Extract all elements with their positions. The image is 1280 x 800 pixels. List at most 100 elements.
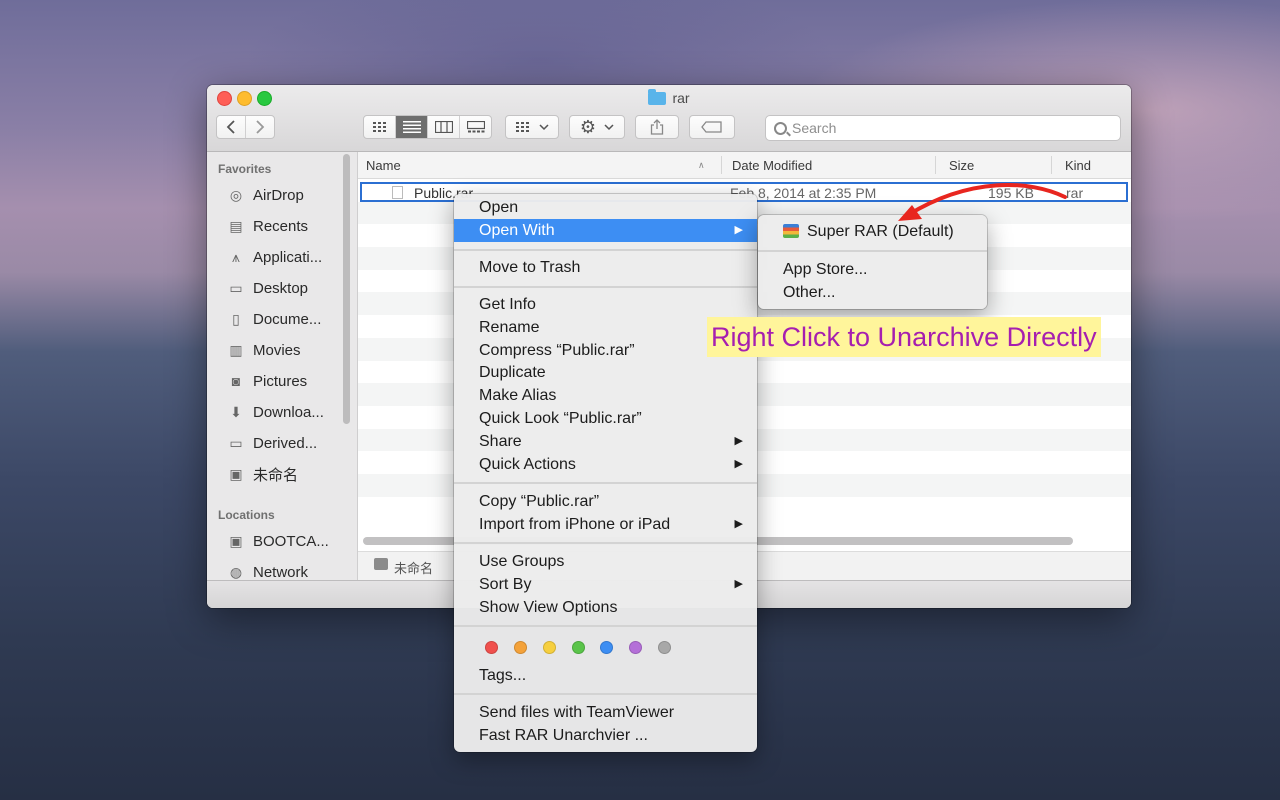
tag-icon	[701, 121, 722, 133]
menu-item-sort-by[interactable]: Sort By ▶	[454, 573, 757, 596]
columns-icon	[434, 121, 453, 133]
super-rar-icon	[783, 224, 799, 238]
sidebar-item-network[interactable]: ◍ Network	[227, 560, 352, 581]
sidebar-item-label: Downloa...	[253, 403, 324, 421]
network-icon: ◍	[229, 563, 243, 580]
chevron-down-icon	[539, 124, 549, 131]
tag-green-button[interactable]	[572, 641, 585, 654]
menu-item-use-groups[interactable]: Use Groups	[454, 550, 757, 573]
icon-view-button[interactable]	[364, 116, 396, 138]
sidebar-item-label: Network	[253, 563, 309, 581]
favorites-header: Favorites	[218, 162, 272, 176]
sidebar-item-applications[interactable]: ⩚ Applicati...	[227, 245, 352, 269]
submenu-item-other[interactable]: Other...	[758, 281, 987, 304]
sidebar-item-derived[interactable]: ▭ Derived...	[227, 431, 352, 455]
share-icon	[650, 119, 664, 135]
tag-red-button[interactable]	[485, 641, 498, 654]
menu-item-duplicate[interactable]: Duplicate	[454, 361, 757, 384]
tag-gray-button[interactable]	[658, 641, 671, 654]
gallery-icon	[466, 121, 485, 133]
sidebar-item-bootcamp[interactable]: ▣ BOOTCA...	[227, 529, 352, 553]
submenu-item-app-store[interactable]: App Store...	[758, 258, 987, 281]
submenu-arrow-icon: ▶	[734, 224, 743, 236]
sidebar-item-label: Recents	[253, 217, 309, 235]
sidebar-item-downloads[interactable]: ⬇ Downloa...	[227, 400, 352, 424]
menu-item-open[interactable]: Open	[454, 196, 757, 219]
menu-item-copy[interactable]: Copy “Public.rar”	[454, 490, 757, 513]
group-icon	[516, 122, 529, 132]
menu-item-move-to-trash[interactable]: Move to Trash	[454, 256, 757, 279]
menu-item-make-alias[interactable]: Make Alias	[454, 384, 757, 407]
sidebar-item-label: Desktop	[253, 279, 309, 297]
window-title: rar	[207, 89, 1131, 106]
back-forward-control	[216, 115, 275, 139]
view-mode-control	[363, 115, 492, 139]
window-title-text: rar	[672, 90, 690, 106]
column-view-button[interactable]	[428, 116, 460, 138]
gallery-view-button[interactable]	[460, 116, 491, 138]
tag-yellow-button[interactable]	[543, 641, 556, 654]
menu-item-quick-actions[interactable]: Quick Actions ▶	[454, 453, 757, 476]
download-icon: ⬇	[230, 403, 242, 420]
context-menu: Open Open With ▶ Move to Trash Get Info R…	[454, 194, 757, 752]
forward-button[interactable]	[246, 116, 274, 138]
sort-ascending-icon: ∧	[698, 160, 705, 170]
menu-item-show-view-options[interactable]: Show View Options	[454, 596, 757, 619]
menu-item-share[interactable]: Share ▶	[454, 430, 757, 453]
menu-item-label: Quick Actions	[479, 456, 576, 473]
back-button[interactable]	[217, 116, 246, 138]
menu-item-import[interactable]: Import from iPhone or iPad ▶	[454, 513, 757, 536]
sidebar-scrollbar[interactable]	[343, 154, 350, 424]
sidebar-item-airdrop[interactable]: ◎ AirDrop	[227, 183, 352, 207]
search-input[interactable]	[792, 116, 1112, 140]
menu-item-teamviewer[interactable]: Send files with TeamViewer	[454, 701, 757, 724]
sidebar-item-recents[interactable]: ▤ Recents	[227, 214, 352, 238]
tag-blue-button[interactable]	[600, 641, 613, 654]
sidebar-item-movies[interactable]: ▥ Movies	[227, 338, 352, 362]
share-button[interactable]	[635, 115, 679, 139]
annotation-callout: Right Click to Unarchive Directly	[707, 317, 1101, 357]
menu-item-label: Share	[479, 433, 522, 450]
folder-icon	[648, 89, 667, 105]
menu-item-fast-rar[interactable]: Fast RAR Unarchvier ...	[454, 724, 757, 747]
sidebar-item-label: BOOTCA...	[253, 532, 329, 550]
applications-icon: ⩚	[232, 248, 240, 265]
group-button[interactable]	[505, 115, 559, 139]
column-size[interactable]: Size	[949, 158, 974, 173]
tag-orange-button[interactable]	[514, 641, 527, 654]
sidebar-item-documents[interactable]: ▯ Docume...	[227, 307, 352, 331]
search-field[interactable]	[765, 115, 1121, 141]
tags-button[interactable]	[689, 115, 735, 139]
column-date-modified[interactable]: Date Modified	[732, 158, 812, 173]
menu-item-open-with[interactable]: Open With ▶	[454, 219, 757, 242]
column-kind[interactable]: Kind	[1065, 158, 1091, 173]
sidebar: Favorites ◎ AirDrop ▤ Recents ⩚ Applicati..…	[207, 152, 358, 580]
toolbar: rar ⚙	[207, 85, 1131, 152]
gear-icon: ⚙	[579, 116, 597, 137]
menu-item-get-info[interactable]: Get Info	[454, 293, 757, 316]
menu-item-label: Import from iPhone or iPad	[479, 516, 671, 533]
list-icon	[402, 121, 421, 133]
sidebar-item-untitled[interactable]: ▣ 未命名	[227, 462, 352, 486]
sidebar-item-label: 未命名	[253, 466, 299, 484]
sidebar-item-label: Movies	[253, 341, 301, 359]
camera-icon: ◙	[231, 373, 241, 389]
menu-item-quick-look[interactable]: Quick Look “Public.rar”	[454, 407, 757, 430]
sidebar-item-label: Pictures	[253, 372, 308, 390]
menu-item-label: Open With	[479, 222, 555, 239]
chevron-left-icon	[226, 120, 235, 134]
sidebar-item-desktop[interactable]: ▭ Desktop	[227, 276, 352, 300]
disk-icon: ▣	[229, 465, 243, 482]
film-icon: ▥	[229, 341, 243, 358]
menu-item-tags[interactable]: Tags...	[454, 664, 757, 687]
action-button[interactable]: ⚙	[569, 115, 625, 139]
path-item[interactable]: 未命名	[394, 558, 433, 577]
submenu-arrow-icon: ▶	[734, 435, 743, 447]
disk-icon	[374, 558, 388, 570]
locations-header: Locations	[218, 508, 275, 522]
tag-purple-button[interactable]	[629, 641, 642, 654]
sidebar-item-label: Derived...	[253, 434, 318, 452]
column-name[interactable]: Name	[366, 158, 401, 173]
sidebar-item-pictures[interactable]: ◙ Pictures	[227, 369, 352, 393]
list-view-button[interactable]	[396, 116, 428, 138]
